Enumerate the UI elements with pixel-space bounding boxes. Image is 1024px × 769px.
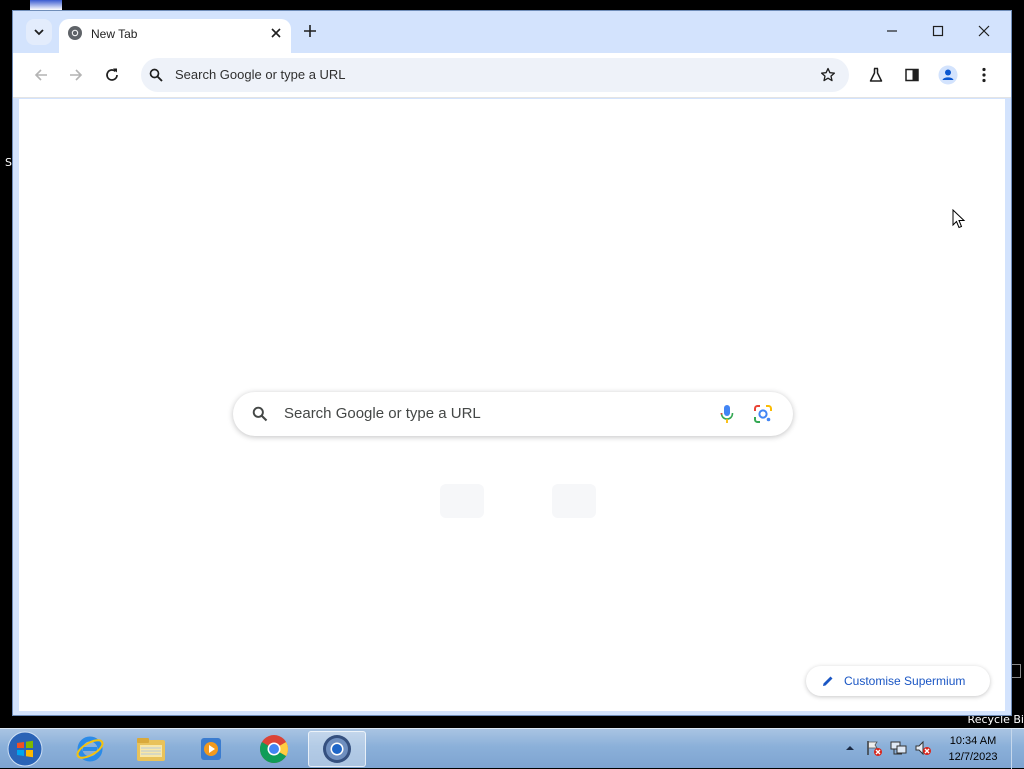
close-icon xyxy=(271,28,281,38)
media-player-icon xyxy=(201,738,221,760)
taskbar-supermium[interactable] xyxy=(308,731,366,767)
labs-flask-icon xyxy=(869,67,883,82)
profile-icon xyxy=(938,65,958,85)
recycle-bin-icon[interactable] xyxy=(1012,664,1021,678)
omnibox[interactable]: Search Google or type a URL xyxy=(141,58,849,92)
supermium-icon xyxy=(323,735,351,763)
tray-volume[interactable] xyxy=(913,739,933,757)
side-panel-icon xyxy=(905,68,919,82)
back-button[interactable] xyxy=(27,61,55,89)
ntp-search-box[interactable]: Search Google or type a URL xyxy=(233,392,793,436)
reload-icon xyxy=(106,68,118,81)
lens-icon xyxy=(754,405,772,423)
maximize-icon xyxy=(932,25,944,37)
internet-explorer-icon xyxy=(76,736,104,762)
reload-button[interactable] xyxy=(98,61,126,89)
action-center-flag-icon xyxy=(867,741,882,756)
customise-button[interactable]: Customise Supermium xyxy=(806,666,990,696)
chrome-icon xyxy=(260,735,288,763)
back-arrow-icon xyxy=(34,69,47,81)
desktop-label-fragment: S xyxy=(5,156,12,169)
ntp-search-placeholder[interactable]: Search Google or type a URL xyxy=(284,405,481,422)
labs-button[interactable] xyxy=(862,61,890,89)
taskbar: 10:34 AM 12/7/2023 xyxy=(0,728,1024,769)
forward-button[interactable] xyxy=(62,61,90,89)
volume-muted-icon xyxy=(915,740,931,756)
profile-button[interactable] xyxy=(934,61,962,89)
file-explorer-icon xyxy=(137,738,165,761)
omnibox-placeholder[interactable]: Search Google or type a URL xyxy=(175,67,346,82)
omnibox-search-icon xyxy=(147,66,165,84)
chevron-down-icon xyxy=(34,29,44,36)
more-menu-icon xyxy=(982,67,986,83)
browser-toolbar: Search Google or type a URL xyxy=(13,53,1011,98)
more-menu-button[interactable] xyxy=(970,61,998,89)
chrome-favicon-icon xyxy=(68,26,82,40)
pencil-icon xyxy=(823,676,833,686)
voice-search-button[interactable] xyxy=(717,404,737,424)
lens-search-button[interactable] xyxy=(753,404,773,424)
tab-strip: New Tab xyxy=(13,11,1011,53)
maximize-button[interactable] xyxy=(923,20,953,42)
clock-time: 10:34 AM xyxy=(949,735,997,747)
tab-new-tab[interactable]: New Tab xyxy=(59,19,291,53)
side-panel-button[interactable] xyxy=(898,61,926,89)
plus-icon xyxy=(304,25,316,37)
close-icon xyxy=(978,25,990,37)
window-close-button[interactable] xyxy=(969,20,999,42)
windows-start-icon xyxy=(7,731,43,767)
ntp-search-icon-wrap xyxy=(251,405,269,423)
tab-title: New Tab xyxy=(91,27,138,41)
taskbar-file-explorer[interactable] xyxy=(125,731,177,767)
show-desktop-button[interactable] xyxy=(1011,729,1024,769)
network-icon xyxy=(890,741,907,755)
search-icon xyxy=(252,406,268,422)
minimize-icon xyxy=(887,30,897,32)
shortcut-placeholder xyxy=(440,484,484,518)
tab-close-button[interactable] xyxy=(267,24,285,42)
search-icon xyxy=(149,68,163,82)
taskbar-chrome[interactable] xyxy=(248,731,300,767)
new-tab-page: Search Google or type a URL Customise Su… xyxy=(19,99,1005,711)
taskbar-clock[interactable]: 10:34 AM 12/7/2023 xyxy=(940,733,1006,765)
tab-search-button[interactable] xyxy=(26,19,52,45)
mic-icon xyxy=(720,405,734,423)
start-button[interactable] xyxy=(5,730,45,768)
browser-window: New Tab Search Google or type a URL Sear… xyxy=(12,10,1012,716)
minimize-button[interactable] xyxy=(877,20,907,42)
new-tab-button[interactable] xyxy=(299,20,321,42)
bookmark-star-icon xyxy=(820,67,836,82)
bookmark-star-button[interactable] xyxy=(819,66,837,84)
taskbar-media-player[interactable] xyxy=(185,731,237,767)
taskbar-internet-explorer[interactable] xyxy=(64,731,116,767)
mouse-cursor-icon xyxy=(952,209,966,229)
tray-network[interactable] xyxy=(889,739,909,757)
shortcut-placeholder xyxy=(552,484,596,518)
tray-expand-icon xyxy=(846,746,854,750)
tray-expand-button[interactable] xyxy=(844,742,856,754)
desktop-icon-glimpse xyxy=(30,0,62,10)
tray-action-center[interactable] xyxy=(864,739,884,757)
forward-arrow-icon xyxy=(70,69,83,81)
customise-label: Customise Supermium xyxy=(844,674,966,688)
clock-date: 12/7/2023 xyxy=(948,751,998,763)
